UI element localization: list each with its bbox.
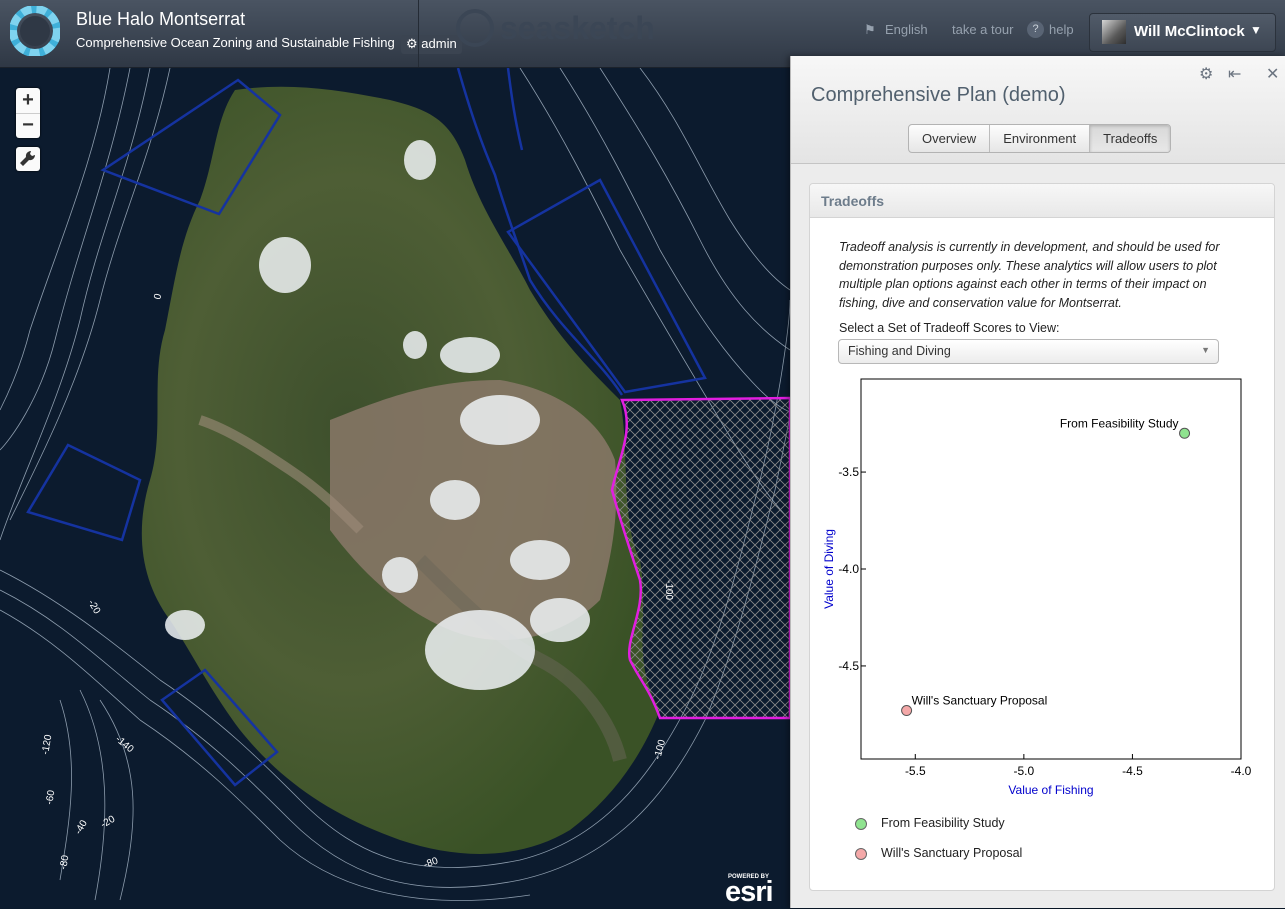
user-name: Will McClintock <box>1134 23 1245 40</box>
y-axis-label: Value of Diving <box>822 529 836 609</box>
tab-environment[interactable]: Environment <box>990 125 1091 152</box>
contour-label: -100 <box>663 580 674 600</box>
app-logo-icon[interactable] <box>10 6 60 56</box>
report-tabs: Overview Environment Tradeoffs <box>908 124 1172 153</box>
panel-header: Comprehensive Plan (demo) ⚙ ⇤ ✕ Overview… <box>791 56 1285 164</box>
x-axis-label: Value of Fishing <box>1008 783 1093 797</box>
tradeoffs-description: Tradeoff analysis is currently in develo… <box>839 240 1220 310</box>
select-arrow-icon: ▼ <box>1201 345 1210 355</box>
brand-name: seasketch <box>500 10 655 46</box>
help-link[interactable]: help <box>1049 22 1074 37</box>
close-icon[interactable]: ✕ <box>1266 64 1279 84</box>
zoom-out-button[interactable]: − <box>16 114 40 138</box>
settings-gear-icon[interactable]: ⚙ <box>1199 64 1213 84</box>
card-header: Tradeoffs <box>810 184 1274 218</box>
data-point-label: From Feasibility Study <box>1060 416 1179 430</box>
data-point <box>1179 427 1191 439</box>
y-tick-label: -3.5 <box>838 465 859 479</box>
admin-label: admin <box>421 36 457 51</box>
app-title[interactable]: Blue Halo Montserrat <box>76 9 245 30</box>
esri-logo: esri <box>725 876 774 908</box>
undock-icon[interactable]: ⇤ <box>1228 64 1241 84</box>
tradeoffs-card: Tradeoffs Tradeoff analysis is currently… <box>809 183 1275 891</box>
tab-overview[interactable]: Overview <box>909 125 991 152</box>
avatar <box>1102 20 1126 44</box>
x-tick-label: -5.0 <box>1014 764 1035 778</box>
divider <box>418 0 419 67</box>
x-tick-label: -5.5 <box>905 764 926 778</box>
gear-icon: ⚙ <box>406 36 418 51</box>
app-subtitle: Comprehensive Ocean Zoning and Sustainab… <box>76 35 395 50</box>
y-tick-label: -4.0 <box>838 562 859 576</box>
card-title: Tradeoffs <box>821 193 885 209</box>
tradeoff-scores-select[interactable]: Fishing and Diving ▼ <box>838 339 1219 364</box>
zoom-controls: + − <box>16 88 40 138</box>
tab-tradeoffs[interactable]: Tradeoffs <box>1090 125 1171 152</box>
x-tick-label: -4.5 <box>1122 764 1143 778</box>
wrench-icon[interactable] <box>16 147 40 171</box>
legend-label: From Feasibility Study <box>881 816 1005 830</box>
marine-reserve-zone <box>610 396 790 720</box>
user-menu-button[interactable]: Will McClintock ▼ <box>1089 13 1276 52</box>
legend-marker <box>855 848 867 860</box>
panel-title: Comprehensive Plan (demo) <box>811 84 1066 106</box>
language-link[interactable]: English <box>885 22 928 37</box>
caret-down-icon: ▼ <box>1250 23 1262 37</box>
legend-label: Will's Sanctuary Proposal <box>881 846 1023 860</box>
select-value: Fishing and Diving <box>848 344 951 358</box>
zoom-in-button[interactable]: + <box>16 88 40 114</box>
admin-link[interactable]: ⚙ admin <box>401 35 462 54</box>
language-icon[interactable]: ⚑ <box>864 22 880 37</box>
legend-marker <box>855 818 867 830</box>
y-tick-label: -4.5 <box>838 659 859 673</box>
seasketch-logo-icon <box>456 9 494 47</box>
data-point-label: Will's Sanctuary Proposal <box>912 694 1048 708</box>
data-point <box>901 705 913 717</box>
help-icon[interactable]: ? <box>1027 21 1044 38</box>
select-label: Select a Set of Tradeoff Scores to View: <box>839 321 1060 335</box>
map-canvas[interactable]: 0 -20 -100 -120 -140 -60 -40 -20 -80 -80… <box>0 68 790 908</box>
tradeoff-scatter-chart: -5.5 -5.0 -4.5 -4.0 -3.5 -4.0 -4.5 Value of Fis… <box>822 378 1252 797</box>
tour-link[interactable]: take a tour <box>952 22 1013 37</box>
report-panel: Comprehensive Plan (demo) ⚙ ⇤ ✕ Overview… <box>790 56 1285 908</box>
x-tick-label: -4.0 <box>1231 764 1252 778</box>
